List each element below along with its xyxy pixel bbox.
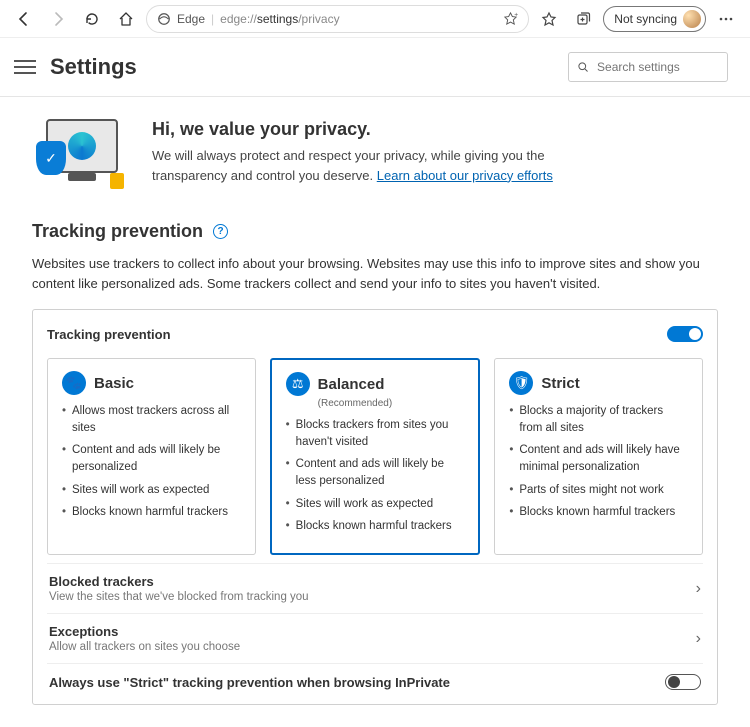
scales-icon: ⚖ [286, 372, 310, 396]
hero-illustration: ✓ [32, 119, 128, 191]
tracking-level-basic[interactable]: 🐾Basic Allows most trackers across all s… [47, 358, 256, 555]
strict-inprivate-label: Always use "Strict" tracking prevention … [49, 675, 450, 690]
addr-url: edge://settings/privacy [220, 12, 339, 26]
tracking-section-desc: Websites use trackers to collect info ab… [32, 254, 718, 293]
menu-button[interactable] [14, 56, 36, 78]
strict-bullets: Blocks a majority of trackers from all s… [509, 403, 688, 521]
home-button[interactable] [112, 5, 140, 33]
lock-icon [110, 173, 124, 189]
forward-button[interactable] [44, 5, 72, 33]
chevron-right-icon: › [696, 580, 701, 598]
more-button[interactable] [712, 5, 740, 33]
addr-brand: Edge [177, 12, 205, 26]
favorite-add-icon[interactable]: + [503, 11, 518, 26]
edge-icon [157, 12, 171, 26]
page-title: Settings [50, 54, 137, 80]
shield-icon: 🛡 [509, 371, 533, 395]
info-icon[interactable]: ? [213, 224, 228, 239]
privacy-hero: ✓ Hi, we value your privacy. We will alw… [32, 119, 718, 191]
chevron-right-icon: › [696, 630, 701, 648]
hero-body: We will always protect and respect your … [152, 146, 592, 185]
tracking-level-strict[interactable]: 🛡Strict Blocks a majority of trackers fr… [494, 358, 703, 555]
dog-icon: 🐾 [62, 371, 86, 395]
balanced-sub: (Recommended) [318, 398, 465, 409]
avatar [683, 10, 701, 28]
tracking-toggle[interactable] [667, 326, 703, 342]
shield-check-icon: ✓ [36, 141, 66, 175]
balanced-bullets: Blocks trackers from sites you haven't v… [286, 417, 465, 535]
tracking-toggle-label: Tracking prevention [47, 327, 171, 342]
search-input[interactable] [597, 60, 719, 74]
blocked-trackers-link[interactable]: Blocked trackers View the sites that we'… [47, 563, 703, 613]
collections-button[interactable] [569, 5, 597, 33]
privacy-efforts-link[interactable]: Learn about our privacy efforts [377, 168, 553, 183]
favorites-button[interactable] [535, 5, 563, 33]
profile-button[interactable]: Not syncing [603, 6, 706, 32]
browser-toolbar: Edge | edge://settings/privacy + Not syn… [0, 0, 750, 38]
edge-logo-icon [68, 132, 96, 160]
hero-title: Hi, we value your privacy. [152, 119, 592, 140]
tracking-level-balanced[interactable]: ⚖Balanced (Recommended) Blocks trackers … [270, 358, 481, 555]
page-header: Settings [0, 38, 750, 97]
search-icon [577, 60, 589, 74]
address-bar[interactable]: Edge | edge://settings/privacy + [146, 5, 529, 33]
tracking-panel: Tracking prevention 🐾Basic Allows most t… [32, 309, 718, 705]
settings-search[interactable] [568, 52, 728, 82]
back-button[interactable] [10, 5, 38, 33]
refresh-button[interactable] [78, 5, 106, 33]
exceptions-link[interactable]: Exceptions Allow all trackers on sites y… [47, 613, 703, 663]
sync-status: Not syncing [614, 12, 677, 26]
svg-text:+: + [515, 12, 519, 19]
basic-bullets: Allows most trackers across all sites Co… [62, 403, 241, 521]
tracking-section-title: Tracking prevention [32, 221, 203, 242]
strict-inprivate-toggle[interactable] [665, 674, 701, 690]
